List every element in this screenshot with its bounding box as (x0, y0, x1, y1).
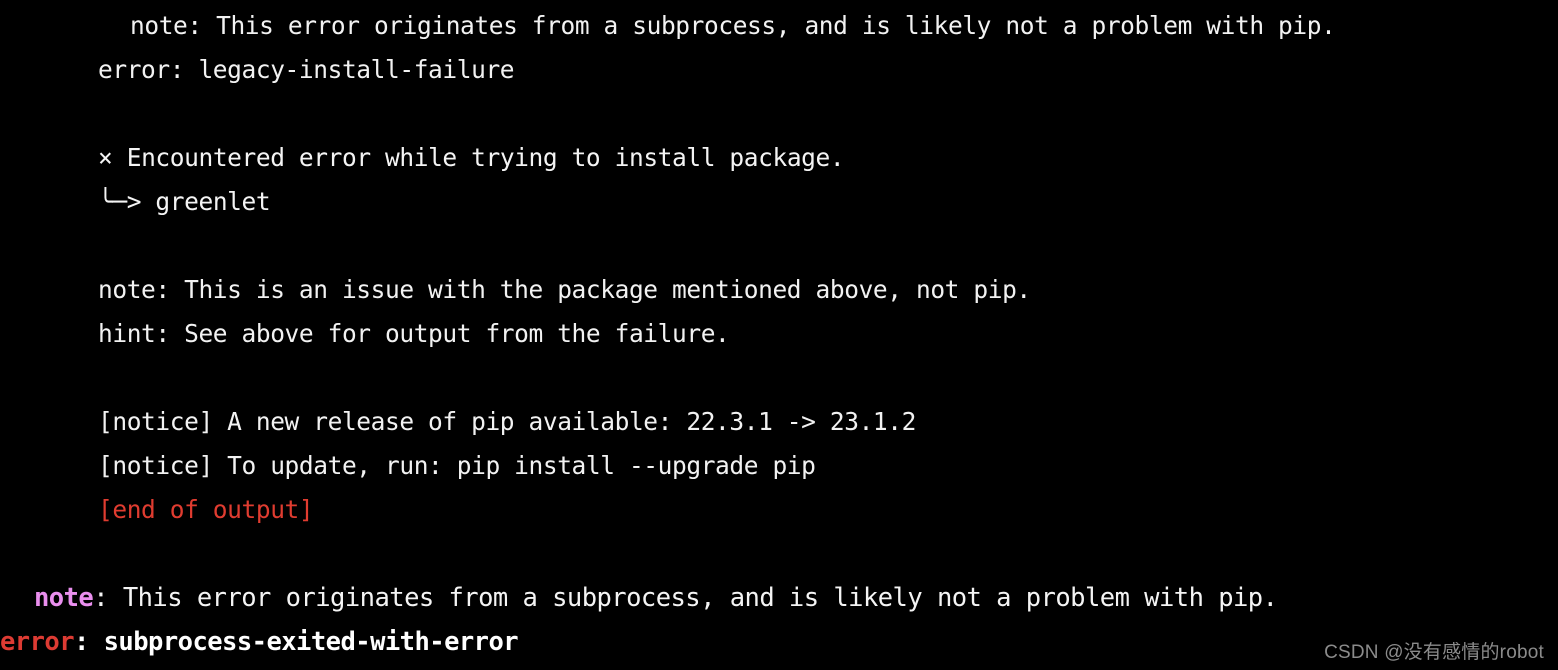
failed-package-spacer (141, 187, 155, 216)
terminal-line-note-package-issue: note: This is an issue with the package … (98, 275, 1031, 304)
terminal-line-note-subprocess: note: This error originates from a subpr… (130, 11, 1336, 40)
terminal-line-final-error: error: subprocess-exited-with-error (0, 627, 519, 657)
terminal-line-notice-update-command: [notice] To update, run: pip install --u… (98, 451, 816, 480)
csdn-watermark: CSDN @没有感情的robot (1324, 642, 1544, 663)
error-code-value: subprocess-exited-with-error (103, 627, 519, 657)
terminal-line-end-of-output: [end of output] (98, 495, 314, 524)
error-colon-separator: : (74, 627, 104, 657)
terminal-line-notice-new-release: [notice] A new release of pip available:… (98, 407, 916, 436)
branch-arrow-icon: ╰─> (98, 187, 142, 216)
encountered-error-message: Encountered error while trying to instal… (126, 143, 845, 172)
terminal-line-failed-package: ╰─> greenlet (98, 187, 271, 217)
terminal-line-hint-see-above: hint: See above for output from the fail… (98, 319, 730, 348)
failed-package-name: greenlet (155, 187, 271, 216)
final-note-message: : This error originates from a subproces… (93, 583, 1278, 613)
error-label: error (0, 627, 75, 657)
cross-mark-icon: × (98, 143, 113, 172)
terminal-line-error-legacy-install-failure: error: legacy-install-failure (98, 55, 515, 84)
terminal-line-final-note: note: This error originates from a subpr… (34, 583, 1278, 613)
terminal-output-pane: note: This error originates from a subpr… (0, 0, 1558, 670)
terminal-line-encountered-error: × Encountered error while trying to inst… (98, 143, 845, 173)
encountered-error-text (112, 143, 126, 172)
note-label: note (34, 583, 94, 613)
